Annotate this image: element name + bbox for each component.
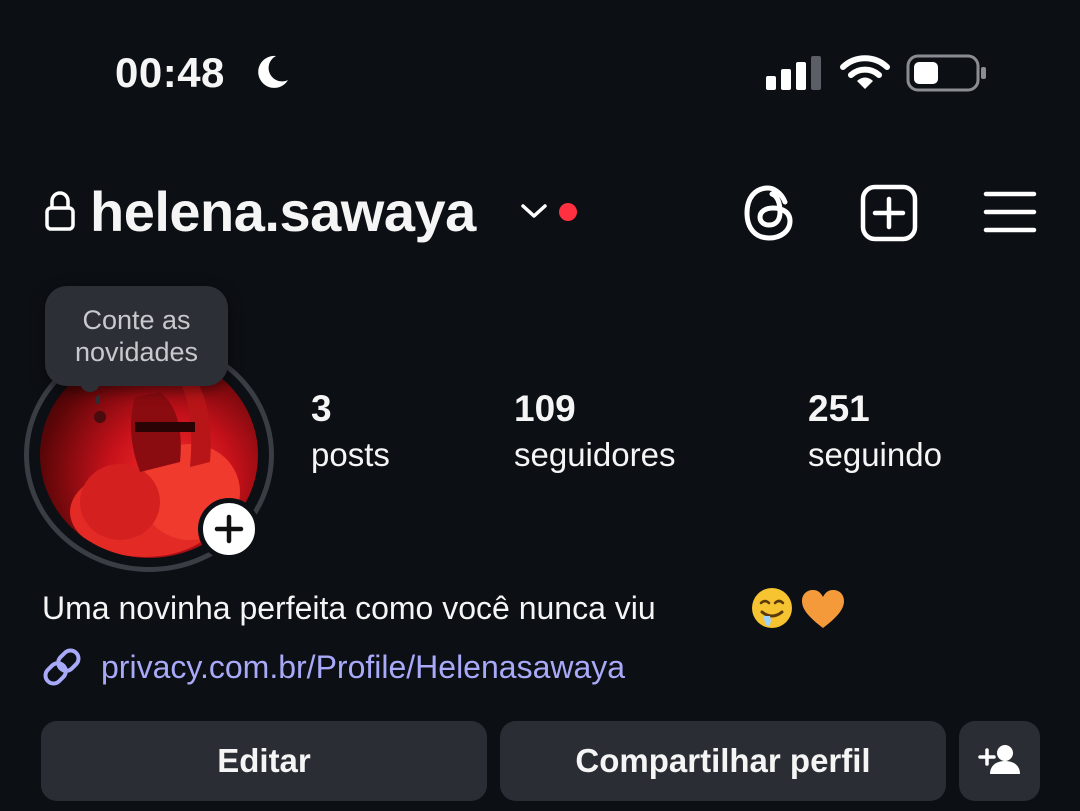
note-bubble-tail <box>80 374 100 404</box>
moon-icon <box>258 55 288 88</box>
discover-people-button[interactable] <box>959 721 1040 801</box>
bio-text: Uma novinha perfeita como você nunca viu <box>42 590 656 626</box>
profile-link[interactable]: privacy.com.br/Profile/Helenasawaya <box>101 647 625 687</box>
orange-heart-icon <box>802 590 844 628</box>
drooling-face-icon <box>752 588 792 628</box>
followers-label[interactable]: seguidores <box>514 437 675 473</box>
posts-label[interactable]: posts <box>311 437 390 473</box>
add-story-button[interactable] <box>198 498 260 560</box>
signal-icon <box>766 56 821 90</box>
followers-count[interactable]: 109 <box>514 389 576 429</box>
note-line-2: novidades <box>74 337 199 367</box>
battery-icon <box>906 54 986 92</box>
lock-icon <box>45 191 75 231</box>
wifi-icon <box>840 55 890 89</box>
note-line-1: Conte as <box>82 305 191 335</box>
chevron-down-icon[interactable] <box>519 200 549 222</box>
new-post-icon[interactable] <box>860 184 918 242</box>
share-profile-button[interactable]: Compartilhar perfil <box>500 721 946 801</box>
following-label[interactable]: seguindo <box>808 437 942 473</box>
add-person-icon <box>978 745 1020 774</box>
profile-username[interactable]: helena.sawaya <box>90 180 476 244</box>
following-count[interactable]: 251 <box>808 389 870 429</box>
threads-icon[interactable] <box>741 184 797 242</box>
menu-icon[interactable] <box>983 188 1037 236</box>
link-icon <box>43 648 81 686</box>
note-bubble-text: Conte as novidades <box>45 304 228 368</box>
plus-icon <box>214 514 244 544</box>
edit-profile-button[interactable]: Editar <box>41 721 487 801</box>
posts-count[interactable]: 3 <box>311 389 332 429</box>
status-time: 00:48 <box>115 49 225 96</box>
notification-dot <box>559 203 577 221</box>
